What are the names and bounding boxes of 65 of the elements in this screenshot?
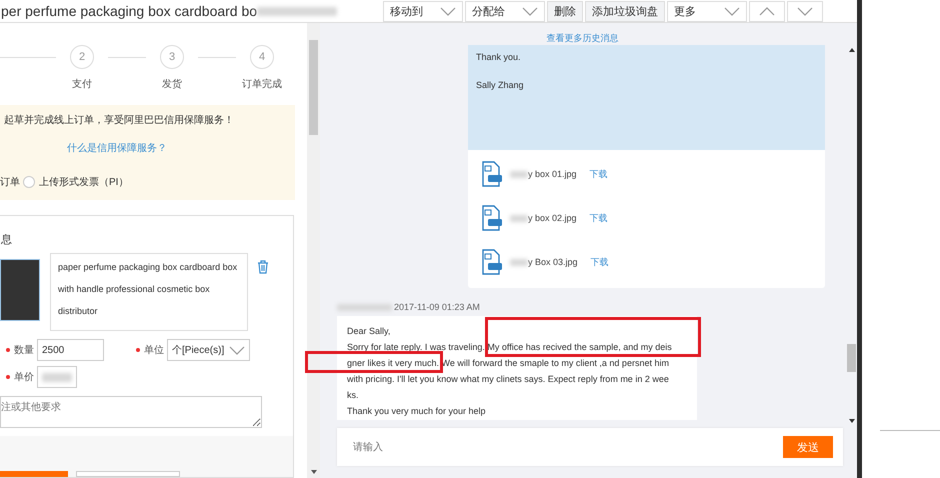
quantity-input[interactable]: 2500: [37, 339, 104, 361]
blurred-text: [510, 214, 528, 222]
option-label: 订单: [0, 176, 20, 189]
message-text: Dear Sally,: [347, 325, 392, 338]
chevron-down-icon: [229, 346, 245, 354]
dropdown[interactable]: 更多: [667, 1, 747, 22]
dropdown[interactable]: 分配给: [465, 1, 545, 22]
step-label: 支付: [72, 78, 92, 91]
scroll-down-icon: [848, 419, 854, 423]
chevron-down-icon: [724, 7, 740, 16]
chevron-down-icon: [440, 7, 456, 16]
step-number: 4: [250, 45, 274, 69]
radio-option[interactable]: 上传形式发票（PI）: [23, 175, 128, 189]
product-title: per perfume packaging box cardboard bo: [1, 3, 258, 19]
notice-text: 起草并完成线上订单，享受阿里巴巴信用保障服务！: [4, 114, 235, 127]
step-number: 2: [70, 45, 94, 69]
chevron-down-icon: [797, 7, 813, 16]
download-link[interactable]: 下载: [590, 168, 608, 180]
jpeg-file-icon: [480, 205, 502, 231]
field-label: 数量: [14, 344, 34, 357]
message-text: ks.: [347, 389, 360, 402]
message-text: Sorry for late reply. I was traveling. My office has recived the sample, and my deis: [347, 341, 673, 354]
scrollbar-thumb[interactable]: [309, 40, 318, 135]
previous-button[interactable]: [749, 1, 785, 22]
unit-select[interactable]: 个[Piece(s)]: [167, 339, 250, 361]
scrollbar[interactable]: [307, 23, 320, 478]
secondary-button[interactable]: [76, 471, 180, 477]
step-number: 3: [160, 45, 184, 69]
blurred-text: [510, 170, 528, 178]
file-name: y box 02.jpg: [528, 213, 577, 223]
product-photo-placeholder: [0, 259, 40, 321]
blurred-text: [510, 258, 528, 266]
message-text: Thank you very much for your help: [347, 405, 487, 418]
blurred-text: [42, 372, 72, 382]
section-title: 息: [1, 233, 12, 247]
message-input[interactable]: 请输入: [351, 440, 555, 454]
scrollbar-thumb[interactable]: [847, 344, 856, 372]
file-name: y Box 03.jpg: [528, 257, 578, 267]
scrollbar[interactable]: [846, 47, 857, 423]
scroll-up-icon: [848, 48, 854, 52]
scroll-down-icon: [310, 470, 316, 474]
field-label: 单价: [14, 370, 34, 384]
toolbar-button[interactable]: 添加垃圾询盘: [585, 1, 665, 22]
message-text: Sally Zhang: [476, 80, 525, 90]
jpeg-file-icon: [480, 249, 502, 275]
step-label: 订单完成: [242, 78, 282, 91]
download-link[interactable]: 下载: [590, 212, 608, 224]
price-input[interactable]: [37, 366, 77, 388]
dropdown[interactable]: 移动到: [383, 1, 463, 22]
field-label: 单位: [144, 344, 164, 357]
primary-button[interactable]: [0, 471, 68, 477]
chevron-down-icon: [522, 7, 538, 16]
message-text: Thank you.: [476, 52, 522, 62]
message-time: 2017-11-09 01:23 AM: [394, 302, 480, 312]
chevron-up-icon: [759, 7, 775, 16]
next-button[interactable]: [787, 1, 823, 22]
product-description: paper perfume packaging box cardboard box with handle professional cosmetic box distributor: [50, 253, 248, 331]
toolbar-button[interactable]: 删除: [547, 1, 583, 22]
step-label: 发货: [162, 78, 182, 91]
file-name: y box 01.jpg: [528, 169, 577, 179]
remarks-field[interactable]: 注或其他要求: [0, 396, 262, 428]
download-link[interactable]: 下载: [590, 256, 609, 268]
trash-icon: [257, 260, 269, 274]
message-text: with pricing. I'll let you know what my clinets says. Expect reply from me in 2 wee: [347, 373, 670, 386]
jpeg-file-icon: [480, 161, 502, 187]
